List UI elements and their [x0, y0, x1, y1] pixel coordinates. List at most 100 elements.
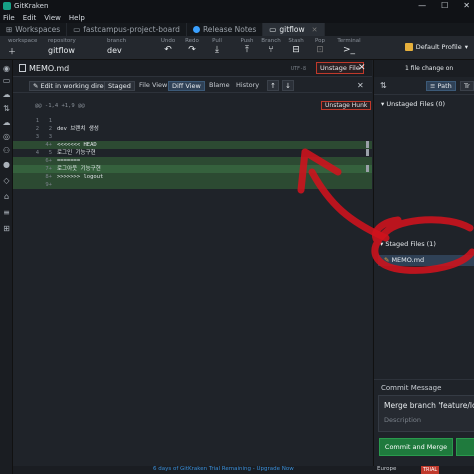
close-icon[interactable]: ✕: [358, 63, 366, 73]
tree-view-button[interactable]: Tr: [460, 81, 474, 91]
folder-icon: ▭: [73, 25, 81, 34]
line-text: 로그아웃 기능구현: [57, 166, 101, 172]
eye-icon[interactable]: ◉: [2, 64, 11, 73]
workspace-selector[interactable]: workspace ＋: [8, 38, 37, 57]
commit-options-button[interactable]: [456, 438, 474, 456]
unstage-hunk-button[interactable]: Unstage Hunk: [321, 101, 372, 110]
pull-request-icon[interactable]: ⇅: [2, 104, 11, 113]
stash-list-icon[interactable]: ≡: [2, 208, 11, 217]
minimize-button[interactable]: —: [418, 0, 426, 12]
old-line-number: 2: [35, 126, 39, 132]
github-icon[interactable]: ●: [2, 160, 11, 169]
commit-and-merge-button[interactable]: Commit and Merge: [379, 438, 453, 456]
pencil-icon: ✎: [33, 82, 41, 90]
menu-edit[interactable]: Edit: [23, 14, 37, 22]
pop-button[interactable]: Pop ⊡: [307, 38, 333, 55]
new-line-number: 1: [48, 118, 52, 124]
submodule-icon[interactable]: ⊞: [2, 224, 11, 233]
workspace-label: workspace: [8, 38, 38, 44]
repository-label: repository: [48, 38, 76, 44]
line-text: dev 브랜치 생성: [57, 126, 99, 132]
gitkraken-logo-icon: [3, 2, 11, 10]
tab-workspaces[interactable]: ⊞ Workspaces: [0, 23, 68, 36]
tab-label: fastcampus-project-board: [83, 25, 180, 34]
next-change-button[interactable]: ↓: [282, 80, 294, 91]
new-line-number: 4+: [45, 142, 52, 148]
pull-button[interactable]: Pull ⤓: [204, 38, 230, 55]
trial-badge: TRIAL: [421, 466, 440, 474]
tab-gitflow[interactable]: ▭ gitflow ✕: [263, 23, 325, 36]
tree-label: Tr: [464, 82, 470, 90]
staged-toggle[interactable]: Staged: [104, 81, 135, 91]
diff-line-added: 9+: [13, 181, 372, 189]
staged-files-label: Staged Files (1): [385, 240, 436, 248]
diff-panel: MEMO.md UTF-8 Unstage File ✕ ✎ Edit in w…: [13, 60, 372, 466]
diff-line-added: 4+ <<<<<<< HEAD: [13, 141, 372, 149]
maximize-button[interactable]: ☐: [441, 0, 448, 12]
commit-description-input[interactable]: Description: [384, 416, 421, 424]
redo-button[interactable]: Redo ↷: [179, 38, 205, 55]
diff-toolbar: ✎ Edit in working directory Staged File …: [13, 78, 372, 93]
close-tab-icon[interactable]: ✕: [312, 26, 318, 34]
repository-value: gitflow: [48, 46, 75, 55]
new-line-number: 6+: [45, 158, 52, 164]
title-bar: GitKraken — ☐ ✕: [0, 0, 474, 12]
menu-help[interactable]: Help: [69, 14, 85, 22]
file-icon: [19, 64, 26, 72]
previous-change-button[interactable]: ↑: [267, 80, 279, 91]
tags-icon[interactable]: ◇: [2, 176, 11, 185]
stash-button[interactable]: Stash ⊟: [283, 38, 309, 55]
change-marker: [366, 165, 369, 172]
diff-line-added: 6+ =======: [13, 157, 372, 165]
staged-file-item[interactable]: ✎ MEMO.md: [378, 255, 474, 266]
trial-notice-link[interactable]: 6 days of GitKraken Trial Remaining - Up…: [153, 466, 294, 472]
list-icon: ≡: [430, 82, 438, 90]
old-line-number: 1: [35, 118, 39, 124]
issues-icon[interactable]: ◎: [2, 132, 11, 141]
undo-button[interactable]: Undo ↶: [155, 38, 181, 55]
path-view-button[interactable]: ≡ Path: [426, 81, 456, 91]
menu-file[interactable]: File: [3, 14, 15, 22]
file-view-toggle-row: ⇅ ≡ Path Tr: [374, 77, 474, 95]
cloud-icon[interactable]: ☁: [2, 118, 11, 127]
tab-label: gitflow: [279, 25, 305, 34]
diff-line-added: 8+ >>>>>>> logout: [13, 173, 372, 181]
history-button[interactable]: History: [233, 81, 262, 91]
teams-icon[interactable]: ⚇: [2, 146, 11, 155]
staged-files-header[interactable]: ▾ Staged Files (1): [380, 240, 436, 248]
remote-icon[interactable]: ☁: [2, 90, 11, 99]
file-view-button[interactable]: File View: [136, 81, 170, 91]
close-icon[interactable]: ✕: [357, 81, 364, 90]
unstage-file-button[interactable]: Unstage File: [316, 62, 364, 74]
pull-icon: ⤓: [215, 45, 219, 55]
new-line-number: 2: [48, 126, 52, 132]
commit-area: Commit Message Merge branch 'feature/log…: [374, 379, 474, 474]
local-branch-icon[interactable]: ▭: [2, 76, 11, 85]
gitkraken-tab-icon: [192, 26, 200, 33]
undo-label: Undo: [160, 38, 176, 44]
tab-fastcampus-project-board[interactable]: ▭ fastcampus-project-board: [67, 23, 187, 36]
profile-selector[interactable]: Default Profile ▾: [404, 43, 468, 51]
tag-icon[interactable]: ⌂: [2, 192, 11, 201]
branch-value: dev: [107, 46, 122, 55]
unstaged-files-header[interactable]: ▾ Unstaged Files (0): [381, 100, 445, 108]
branch-label: branch: [107, 38, 127, 44]
tab-release-notes[interactable]: Release Notes: [187, 23, 264, 36]
branch-selector[interactable]: branch dev: [107, 38, 126, 55]
blame-button[interactable]: Blame: [206, 81, 233, 91]
commit-summary-input[interactable]: Merge branch 'feature/log: [384, 401, 474, 410]
menu-view[interactable]: View: [44, 14, 61, 22]
repository-selector[interactable]: repository gitflow: [48, 38, 76, 55]
push-button[interactable]: Push ⤒: [234, 38, 260, 55]
unstaged-files-label: Unstaged Files (0): [386, 100, 445, 108]
grid-icon: ⊞: [6, 25, 13, 34]
change-marker: [366, 141, 369, 148]
commit-message-box[interactable]: Merge branch 'feature/log Description: [378, 395, 474, 432]
diff-view-button[interactable]: Diff View: [168, 81, 205, 91]
close-window-button[interactable]: ✕: [463, 0, 470, 12]
branch-button[interactable]: Branch ⑂: [258, 38, 284, 55]
pop-label: Pop: [315, 38, 325, 44]
terminal-button[interactable]: Terminal >_: [334, 38, 364, 55]
modified-file-icon: ✎: [384, 256, 390, 264]
sort-icon[interactable]: ⇅: [380, 81, 387, 90]
